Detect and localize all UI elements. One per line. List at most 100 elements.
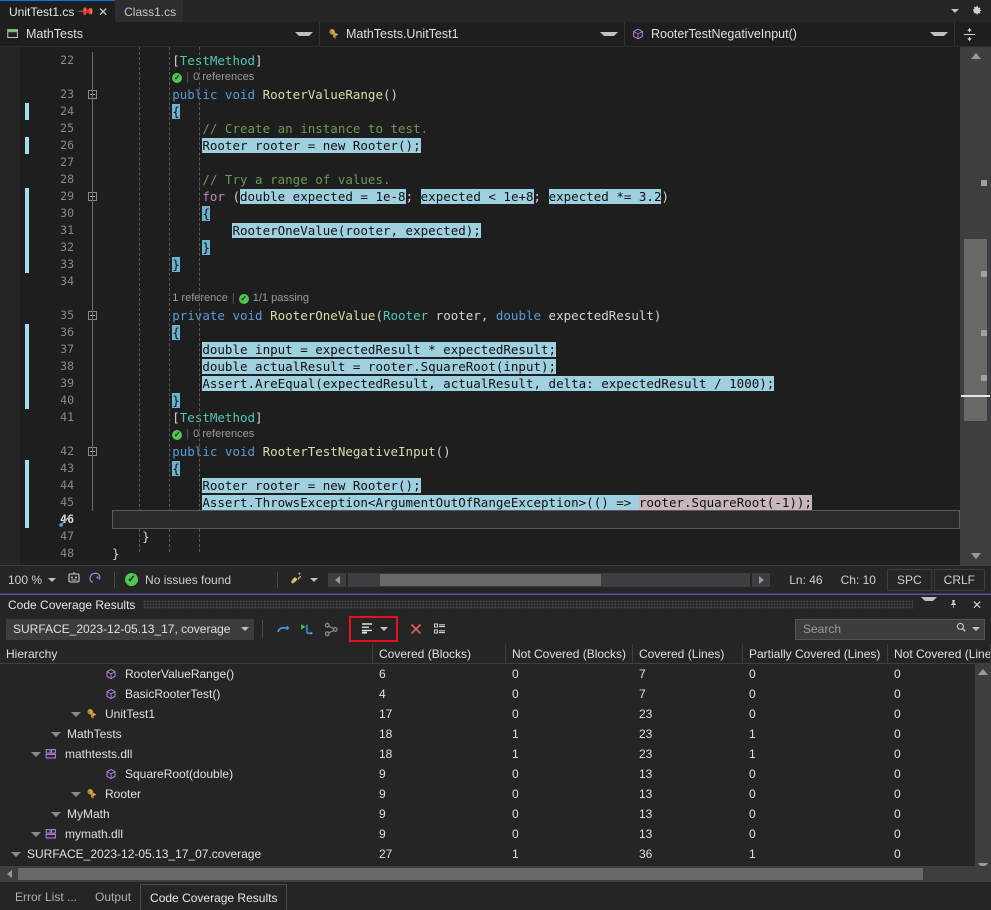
editor-text-surface[interactable]: [TestMethod]✓|0 referencespublic void Ro… (112, 47, 960, 565)
code-line[interactable]: for (double expected = 1e-8; expected < … (112, 188, 669, 205)
code-line[interactable]: double actualResult = rooter.SquareRoot(… (112, 358, 556, 375)
code-line[interactable]: public void RooterValueRange() (112, 86, 398, 103)
table-row[interactable]: MathTests1812310 (0, 724, 991, 744)
expand-collapse-icon[interactable] (50, 729, 60, 739)
title-drag-area[interactable] (143, 600, 913, 609)
gear-icon[interactable] (969, 4, 983, 18)
code-line[interactable]: // Create an instance to test. (112, 120, 428, 137)
table-row[interactable]: MyMath901300 (0, 804, 991, 824)
tab-unittest1[interactable]: UnitTest1.cs 📌 ✕ (0, 0, 115, 22)
zoom-level-control[interactable]: 100 % (0, 573, 56, 587)
close-icon[interactable]: ✕ (969, 597, 985, 613)
code-line[interactable] (112, 154, 202, 171)
codelens-indicator[interactable]: 1 reference|✓1/1 passing (172, 290, 309, 307)
expand-collapse-icon[interactable] (70, 709, 80, 719)
chevron-down-icon[interactable] (380, 627, 388, 631)
configure-columns-button[interactable] (349, 616, 398, 642)
code-line[interactable]: } (112, 239, 210, 256)
code-line[interactable] (112, 273, 172, 290)
coverage-table-body[interactable]: RooterValueRange()60700BasicRooterTest()… (0, 664, 991, 874)
chevron-down-icon[interactable] (241, 627, 249, 631)
chevron-down-icon[interactable] (921, 597, 937, 613)
column-header[interactable]: Hierarchy (0, 644, 373, 663)
hierarchy-cell[interactable]: Rooter (0, 787, 373, 801)
remove-result-button[interactable] (404, 618, 428, 640)
code-line[interactable]: Rooter rooter = new Rooter(); (112, 137, 421, 154)
scrollbar-thumb[interactable] (380, 574, 601, 586)
table-row[interactable]: mathtests.dll1812310 (0, 744, 991, 764)
hierarchy-cell[interactable]: SURFACE_2023-12-05.13_17_07.coverage (0, 847, 373, 861)
code-line[interactable]: Assert.ThrowsException<ArgumentOutOfRang… (112, 494, 812, 511)
column-header[interactable]: Partially Covered (Lines) (743, 644, 888, 663)
scroll-up-icon[interactable] (960, 47, 991, 65)
navbar-member-dropdown[interactable]: RooterTestNegativeInput() (625, 22, 955, 46)
column-header[interactable]: Covered (Lines) (633, 644, 743, 663)
scroll-left-icon[interactable] (328, 573, 346, 587)
hierarchy-cell[interactable]: RooterValueRange() (0, 667, 373, 681)
expand-collapse-icon[interactable] (10, 849, 20, 859)
chevron-down-icon[interactable] (951, 9, 959, 13)
table-row[interactable]: BasicRooterTest()40700 (0, 684, 991, 704)
hierarchy-cell[interactable]: MyMath (0, 807, 373, 821)
editor-vertical-scrollbar[interactable] (960, 47, 991, 565)
code-line[interactable]: public void RooterTestNegativeInput() (112, 443, 451, 460)
pin-icon[interactable] (945, 597, 961, 613)
hierarchy-cell[interactable]: mathtests.dll (0, 747, 373, 761)
scroll-right-icon[interactable] (752, 573, 770, 587)
copilot-icon[interactable] (88, 570, 104, 589)
show-coverage-coloring-button[interactable] (295, 618, 319, 640)
editor-outlining-margin[interactable] (82, 47, 112, 565)
code-line[interactable]: RooterOneValue(rooter, expected); (112, 222, 481, 239)
pin-icon[interactable]: 📌 (77, 2, 96, 21)
search-input[interactable]: Search (795, 619, 985, 640)
code-line[interactable]: Assert.AreEqual(expectedResult, actualRe… (112, 375, 774, 392)
table-row[interactable]: SURFACE_2023-12-05.13_17_07.coverage2713… (0, 844, 991, 864)
codelens-indicator[interactable]: ✓|0 references (172, 69, 254, 86)
tab-class1[interactable]: Class1.cs (115, 0, 183, 22)
table-row[interactable]: SquareRoot(double)901300 (0, 764, 991, 784)
line-ending-indicator[interactable]: CRLF (934, 569, 985, 591)
indentation-indicator[interactable]: SPC (887, 569, 932, 591)
code-line[interactable]: private void RooterOneValue(Rooter roote… (112, 307, 661, 324)
code-line[interactable]: double input = expectedResult * expected… (112, 341, 556, 358)
coverage-vertical-scrollbar[interactable] (975, 664, 991, 874)
chevron-down-icon[interactable] (930, 32, 948, 36)
table-row[interactable]: mymath.dll901300 (0, 824, 991, 844)
expand-collapse-icon[interactable] (30, 829, 40, 839)
scroll-down-icon[interactable] (960, 547, 991, 565)
hierarchy-cell[interactable]: UnitTest1 (0, 707, 373, 721)
expand-collapse-icon[interactable] (70, 789, 80, 799)
search-icon[interactable] (955, 621, 968, 637)
code-line[interactable]: [TestMethod] (112, 409, 263, 426)
code-cleanup-icon[interactable] (288, 570, 304, 589)
intellicode-icon[interactable] (66, 570, 82, 589)
table-row[interactable]: Rooter901300 (0, 784, 991, 804)
hierarchy-cell[interactable]: SquareRoot(double) (0, 767, 373, 781)
chevron-down-icon[interactable] (972, 627, 980, 631)
expand-collapse-icon[interactable] (30, 749, 40, 759)
chevron-down-icon[interactable] (310, 578, 318, 582)
code-line[interactable]: Rooter rooter = new Rooter(); (112, 477, 421, 494)
editor-horizontal-scrollbar[interactable] (348, 573, 750, 587)
split-window-icon[interactable] (955, 22, 983, 46)
code-line[interactable]: { (112, 205, 210, 222)
code-line[interactable]: [TestMethod] (112, 52, 263, 69)
code-line[interactable]: // Try a range of values. (112, 171, 391, 188)
expand-collapse-icon[interactable] (50, 809, 60, 819)
column-header[interactable]: Not Covered (Blocks) (506, 644, 633, 663)
hierarchy-cell[interactable]: MathTests (0, 727, 373, 741)
column-header[interactable]: Not Covered (Lines (888, 644, 991, 663)
coverage-result-selector[interactable]: SURFACE_2023-12-05.13_17, coverage (6, 619, 254, 640)
chevron-down-icon[interactable] (295, 32, 313, 36)
code-line[interactable]: } (112, 528, 150, 545)
merge-results-button[interactable] (319, 618, 343, 640)
tab-output[interactable]: Output (86, 884, 140, 910)
quick-actions-icon[interactable] (57, 513, 71, 527)
navbar-project-dropdown[interactable]: MathTests (0, 22, 320, 46)
code-editor[interactable]: 2223242526272829303132333435363738394041… (0, 47, 991, 565)
navbar-type-dropdown[interactable]: MathTests.UnitTest1 (320, 22, 625, 46)
tab-code-coverage-results[interactable]: Code Coverage Results (140, 884, 287, 910)
refresh-coverage-button[interactable] (271, 618, 295, 640)
table-row[interactable]: UnitTest11702300 (0, 704, 991, 724)
coverage-horizontal-scrollbar[interactable] (0, 866, 991, 882)
